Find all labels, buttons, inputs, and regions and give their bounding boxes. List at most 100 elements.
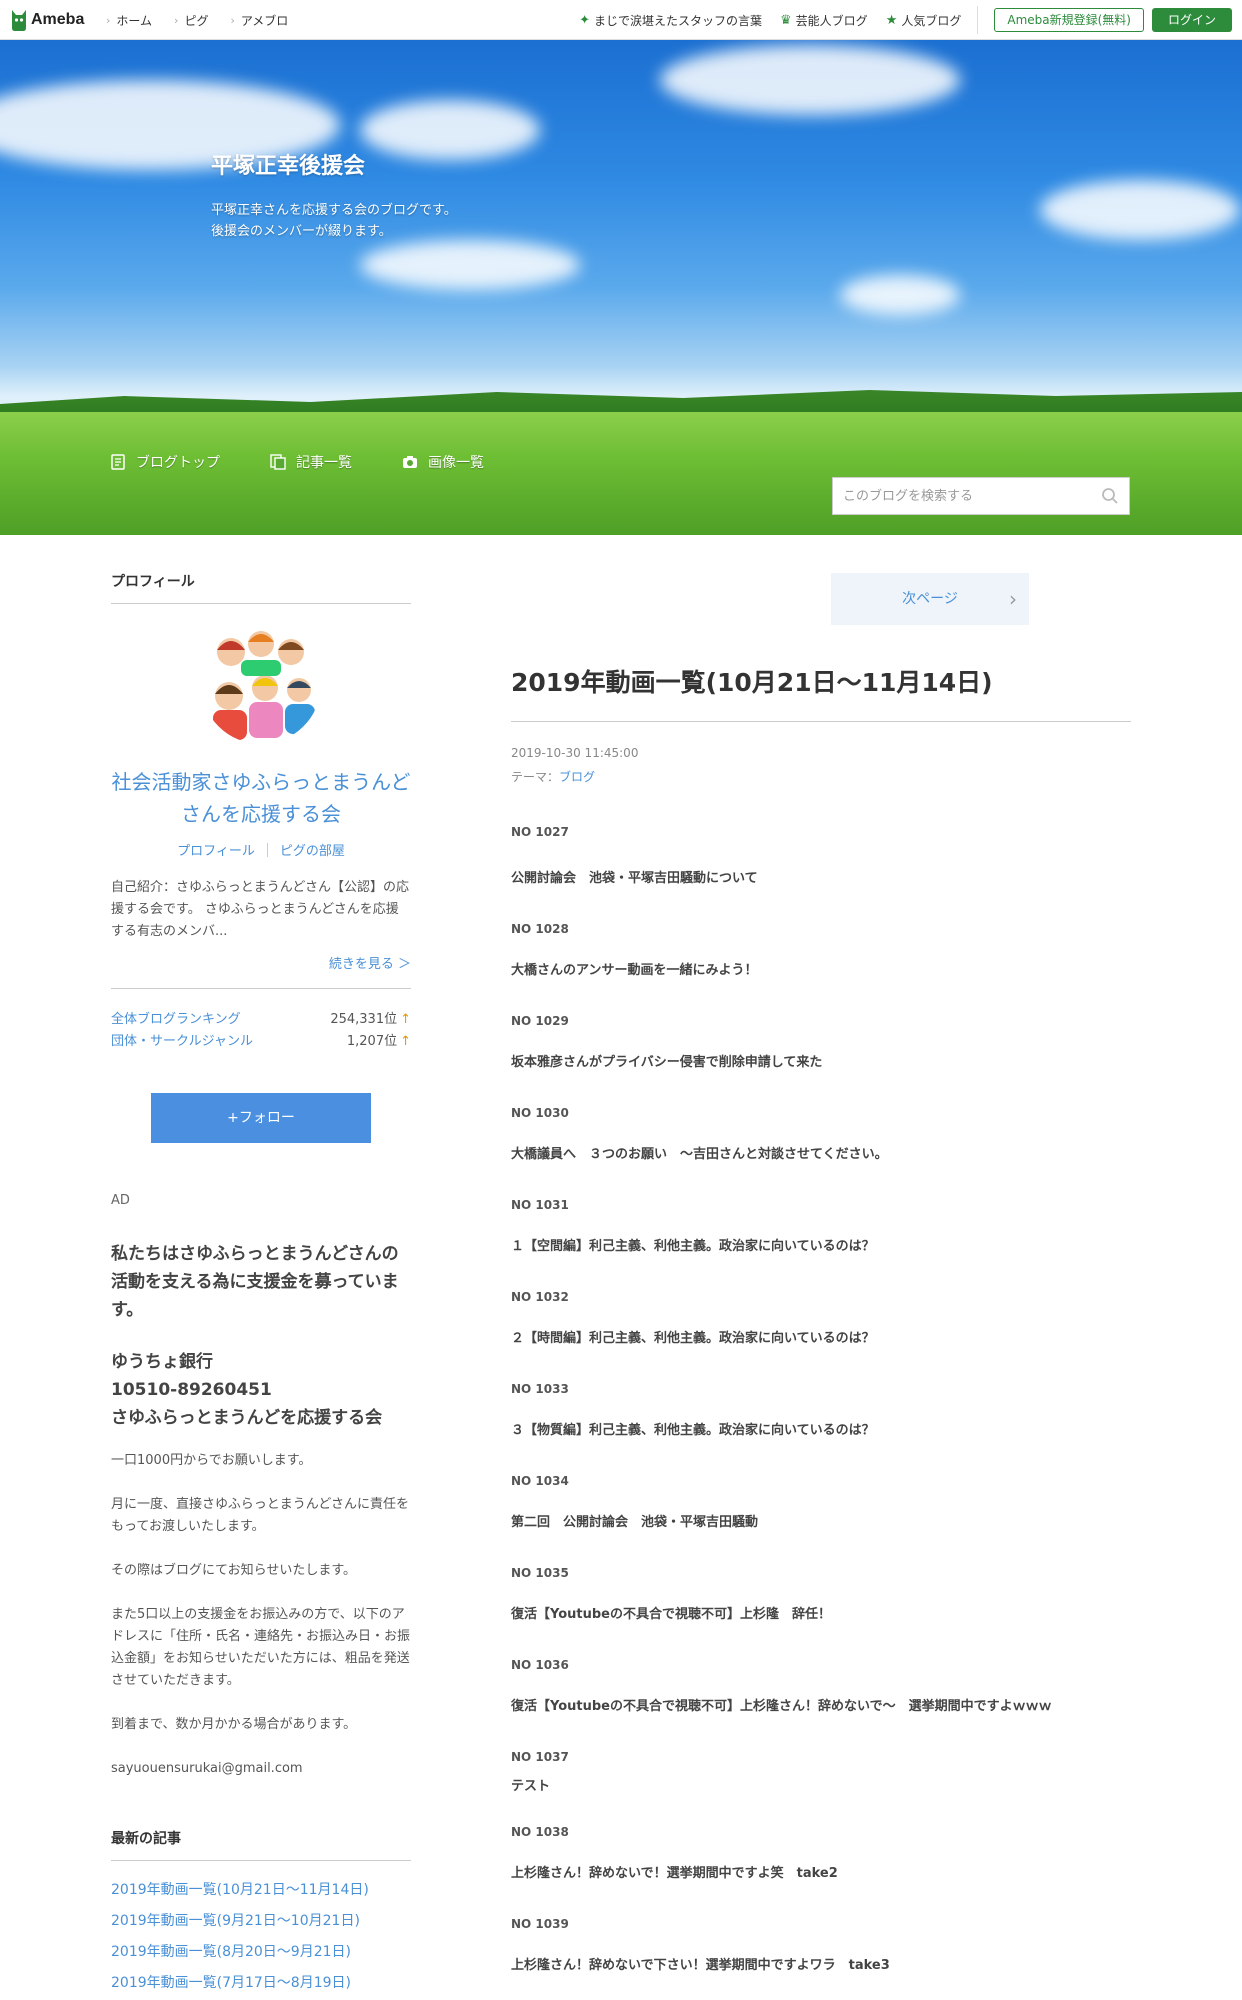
entry-number: NO 1032 bbox=[511, 1290, 569, 1304]
profile-name[interactable]: 社会活動家さゆふらっとまうんどさんを応援する会 bbox=[111, 766, 411, 830]
entry-title: テスト bbox=[511, 1779, 551, 1794]
global-nav-label: ホーム bbox=[116, 13, 153, 28]
entry-number: NO 1029 bbox=[511, 1014, 569, 1028]
entry-number: NO 1027 bbox=[511, 825, 569, 839]
cloud bbox=[1040, 180, 1240, 240]
chevron-right-icon: › bbox=[106, 13, 111, 27]
ranking-label[interactable]: 団体・サークルジャンル bbox=[111, 1031, 253, 1053]
ranking-value-text: 254,331位 bbox=[330, 1012, 398, 1027]
ad-label: AD bbox=[111, 1193, 130, 1208]
donation-text: 月に一度、直接さゆふらっとまうんどさんに責任をもってお渡しいたします。 bbox=[111, 1497, 409, 1534]
ameba-logo[interactable]: Ameba bbox=[10, 7, 84, 33]
blog-nav-top[interactable]: ブログトップ bbox=[110, 452, 220, 472]
ameba-mascot-icon bbox=[12, 10, 26, 31]
cloud bbox=[840, 275, 960, 315]
next-page-button[interactable]: 次ページ › bbox=[831, 573, 1029, 625]
global-nav-home[interactable]: › ホーム bbox=[106, 12, 152, 29]
post-title[interactable]: 2019年動画一覧(10月21日〜11月14日) bbox=[511, 663, 1131, 722]
blog-title[interactable]: 平塚正幸後援会 bbox=[211, 148, 365, 180]
chevron-right-icon: › bbox=[1009, 587, 1017, 611]
global-nav-label: アメブロ bbox=[240, 13, 289, 28]
donation-text: 到着まで、数か月かかる場合があります。 bbox=[111, 1717, 357, 1732]
celebrity-blog-link[interactable]: ♛ 芸能人ブログ bbox=[780, 12, 868, 29]
blog-search-input[interactable] bbox=[833, 478, 1093, 514]
contact-email: sayuouensurukai@gmail.com bbox=[111, 1761, 303, 1776]
ranking-row: 団体・サークルジャンル 1,207位 ↑ bbox=[111, 1031, 411, 1053]
blog-nav-label: 画像一覧 bbox=[428, 455, 484, 471]
entry-number: NO 1039 bbox=[511, 1917, 569, 1931]
login-button[interactable]: ログイン bbox=[1151, 8, 1232, 32]
profile-heading: プロフィール bbox=[111, 571, 411, 604]
latest-item[interactable]: 2019年動画一覧(9月21日〜10月21日) bbox=[111, 1906, 411, 1937]
avatar[interactable] bbox=[201, 624, 321, 744]
ranking-row: 全体ブログランキング 254,331位 ↑ bbox=[111, 1009, 411, 1031]
entry-number: NO 1030 bbox=[511, 1106, 569, 1120]
ranking-list: 全体ブログランキング 254,331位 ↑ 団体・サークルジャンル 1,207位 ↑ bbox=[111, 1009, 411, 1053]
entry-title: 第二回 公開討論会 池袋・平塚吉田騒動 bbox=[511, 1515, 759, 1530]
blog-description: 平塚正幸さんを応援する会のブログです。 後援会のメンバーが綴ります。 bbox=[211, 203, 457, 239]
featured-link-label: まじで涙堪えたスタッフの言葉 bbox=[594, 13, 763, 28]
latest-heading: 最新の記事 bbox=[111, 1828, 411, 1861]
camera-icon bbox=[403, 456, 417, 468]
entry-title: 公開討論会 池袋・平塚吉田騒動について bbox=[511, 871, 758, 886]
donation-text: その際はブログにてお知らせいたします。 bbox=[111, 1563, 357, 1578]
latest-item[interactable]: 2019年動画一覧(10月21日〜11月14日) bbox=[111, 1875, 411, 1906]
latest-item[interactable]: 2019年動画一覧(8月20日〜9月21日) bbox=[111, 1937, 411, 1968]
ranking-value: 254,331位 ↑ bbox=[330, 1009, 411, 1031]
global-nav-pigg[interactable]: › ピグ bbox=[174, 12, 208, 29]
next-page-label: 次ページ bbox=[902, 591, 958, 607]
global-right-links: ✦ まじで涙堪えたスタッフの言葉 ♛ 芸能人ブログ ★ 人気ブログ Ameba新規登録… bbox=[561, 0, 1232, 40]
ameba-logo-text: Ameba bbox=[31, 11, 85, 28]
list-icon bbox=[270, 454, 286, 470]
cloud bbox=[360, 100, 540, 160]
pigg-room-link[interactable]: ピグの部屋 bbox=[280, 840, 345, 859]
profile-links: プロフィール ピグの部屋 bbox=[111, 840, 411, 859]
register-button[interactable]: Ameba新規登録(無料) bbox=[994, 8, 1144, 32]
entry-title: １【空間編】利己主義、利他主義。政治家に向いているのは？ bbox=[511, 1239, 875, 1254]
ranking-label[interactable]: 全体ブログランキング bbox=[111, 1009, 241, 1031]
entry-title: 復活【Youtubeの不具合で視聴不可】上杉隆 辞任！ bbox=[511, 1607, 831, 1622]
latest-list: 2019年動画一覧(10月21日〜11月14日) 2019年動画一覧(9月21日… bbox=[111, 1875, 411, 1999]
children-illustration bbox=[201, 624, 321, 744]
latest-item[interactable]: 2019年動画一覧(7月17日〜8月19日) bbox=[111, 1968, 411, 1999]
blog-nav-label: 記事一覧 bbox=[296, 455, 352, 471]
blog-nav: ブログトップ 記事一覧 画像一覧 bbox=[110, 447, 534, 477]
blog-nav-label: ブログトップ bbox=[136, 455, 220, 471]
entry-number: NO 1038 bbox=[511, 1825, 569, 1839]
blog-nav-images[interactable]: 画像一覧 bbox=[402, 452, 484, 472]
chevron-right-icon: › bbox=[230, 13, 235, 27]
featured-link[interactable]: ✦ まじで涙堪えたスタッフの言葉 bbox=[579, 12, 762, 29]
document-icon bbox=[111, 454, 125, 470]
global-nav-ameblo[interactable]: › アメブロ bbox=[230, 12, 288, 29]
entry-title: 大橋議員へ ３つのお願い ～吉田さんと対談させてください。 bbox=[511, 1147, 888, 1162]
post-theme: テーマ：ブログ bbox=[511, 768, 595, 785]
entry-title: 坂本雅彦さんがプライバシー侵害で削除申請して来た bbox=[511, 1055, 823, 1070]
entry-number: NO 1035 bbox=[511, 1566, 569, 1580]
sparkle-icon: ✦ bbox=[579, 12, 590, 28]
theme-link[interactable]: ブログ bbox=[559, 770, 595, 784]
post-date: 2019-10-30 11:45:00 bbox=[511, 746, 639, 760]
search-icon[interactable] bbox=[1101, 487, 1119, 505]
read-more-link[interactable]: 続きを見る ＞ bbox=[111, 953, 411, 989]
chevron-right-icon: › bbox=[174, 13, 179, 27]
entry-number: NO 1031 bbox=[511, 1198, 569, 1212]
theme-label: テーマ： bbox=[511, 770, 560, 784]
popular-blog-link[interactable]: ★ 人気ブログ bbox=[886, 12, 962, 29]
arrow-up-icon: ↑ bbox=[400, 1012, 411, 1027]
global-header: Ameba › ホーム › ピグ › アメブロ ✦ まじで涙堪えたスタッフの言葉 ♛ 芸能… bbox=[0, 0, 1242, 40]
donation-text: 一口1000円からでお願いします。 bbox=[111, 1453, 312, 1468]
blog-search bbox=[832, 477, 1130, 515]
popular-blog-label: 人気ブログ bbox=[901, 13, 962, 28]
global-nav: › ホーム › ピグ › アメブロ bbox=[106, 0, 310, 40]
arrow-up-icon: ↑ bbox=[400, 1034, 411, 1049]
follow-button[interactable]: +フォロー bbox=[151, 1093, 371, 1143]
sidebar: プロフィール 社会活動家さゆふらっとまうんどさんを応援する会 プロフィール ピグ… bbox=[111, 535, 411, 1999]
entry-number: NO 1034 bbox=[511, 1474, 569, 1488]
entry-title: 大橋さんのアンサー動画を一緒にみよう！ bbox=[511, 963, 758, 978]
profile-link[interactable]: プロフィール bbox=[177, 840, 255, 859]
bank-info: ゆうちょ銀行 10510-89260451 さゆふらっとまうんどを応援する会 bbox=[111, 1352, 383, 1428]
profile-intro: 自己紹介：さゆふらっとまうんどさん【公認】の応援する会です。 さゆふらっとまうん… bbox=[111, 880, 409, 939]
star-icon: ★ bbox=[885, 12, 898, 28]
entry-title: 上杉隆さん！辞めないで！選挙期間中ですよ笑 take2 bbox=[511, 1866, 838, 1881]
blog-nav-entries[interactable]: 記事一覧 bbox=[270, 452, 352, 472]
